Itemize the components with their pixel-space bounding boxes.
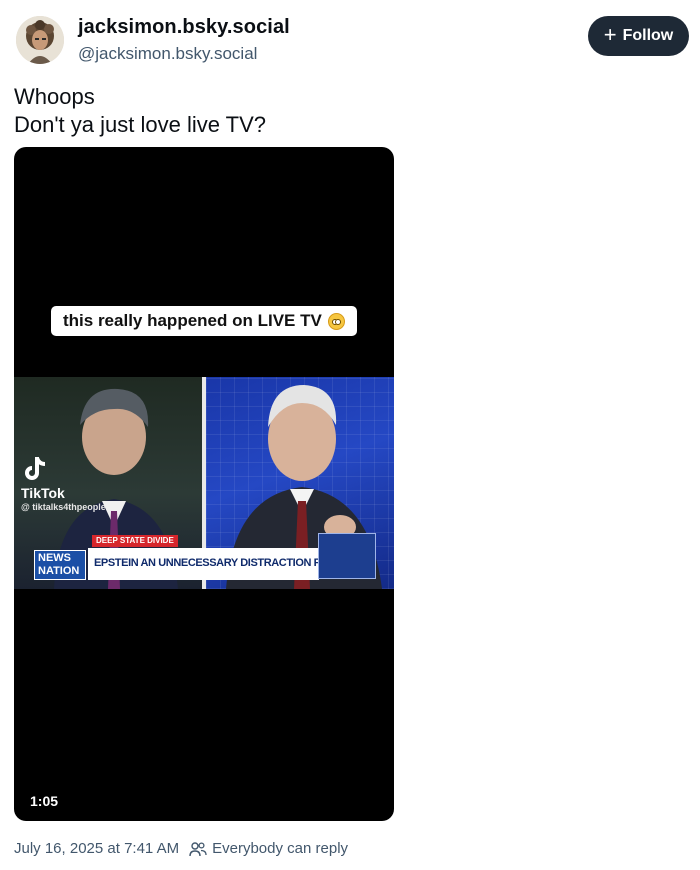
flushed-face-emoji-icon bbox=[327, 312, 345, 330]
post-text-line: Don't ya just love live TV? bbox=[14, 112, 267, 137]
follow-button[interactable]: + Follow bbox=[588, 16, 689, 56]
avatar-portrait-icon bbox=[16, 16, 64, 64]
author-handle[interactable]: @jacksimon.bsky.social bbox=[78, 44, 257, 64]
plus-icon: + bbox=[603, 22, 617, 47]
reply-setting: Everybody can reply bbox=[189, 840, 348, 857]
video-caption-text: this really happened on LIVE TV bbox=[63, 311, 322, 330]
newsnation-logo: NEWS NATION bbox=[34, 550, 86, 580]
author-display-name[interactable]: jacksimon.bsky.social bbox=[78, 16, 290, 39]
people-icon bbox=[189, 841, 207, 856]
author-avatar[interactable] bbox=[16, 16, 64, 64]
reply-setting-text: Everybody can reply bbox=[212, 840, 349, 857]
tiktok-icon bbox=[25, 457, 46, 480]
post-card: jacksimon.bsky.social @jacksimon.bsky.so… bbox=[0, 0, 700, 870]
tiktok-watermark-handle: @ tiktalks4thpeople bbox=[21, 502, 106, 512]
post-text: Whoops Don't ya just love live TV? bbox=[14, 83, 674, 139]
video-caption: this really happened on LIVE TV bbox=[51, 306, 357, 336]
video-player[interactable]: this really happened on LIVE TV TikTok @… bbox=[14, 147, 394, 821]
post-timestamp[interactable]: July 16, 2025 at 7:41 AM bbox=[14, 840, 179, 857]
post-meta: July 16, 2025 at 7:41 AM Everybody can r… bbox=[14, 840, 348, 857]
side-promo-box bbox=[318, 533, 376, 579]
post-text-line: Whoops bbox=[14, 84, 95, 109]
follow-button-label: Follow bbox=[622, 27, 674, 44]
lower-third-tag: DEEP STATE DIVIDE bbox=[92, 535, 178, 547]
video-duration: 1:05 bbox=[30, 793, 59, 809]
tiktok-watermark-name: TikTok bbox=[21, 485, 65, 501]
